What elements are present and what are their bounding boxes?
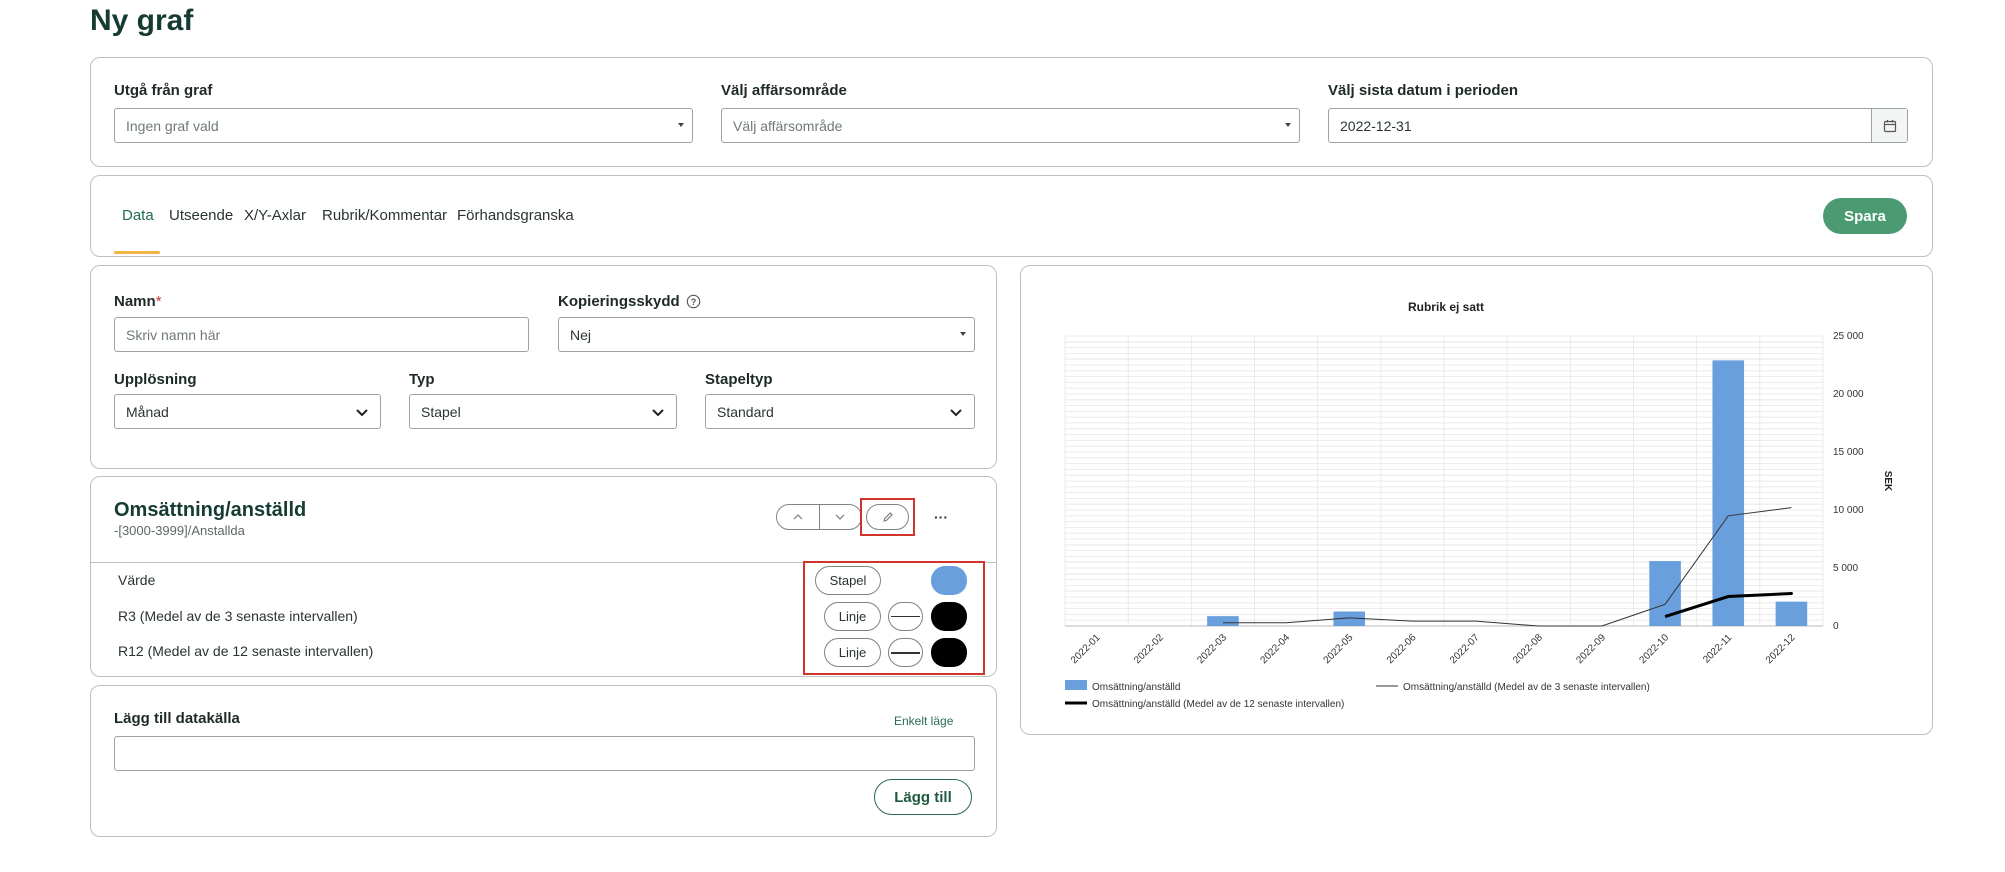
name-placeholder: Skriv namn här xyxy=(126,326,221,343)
legend-label: Omsättning/anställd (Medel av de 12 sena… xyxy=(1092,699,1344,710)
legend-label: Omsättning/anställd xyxy=(1092,682,1180,693)
chevron-up-icon xyxy=(793,514,803,520)
name-input[interactable]: Skriv namn här xyxy=(114,317,529,352)
x-tick-label: 2022-10 xyxy=(1637,632,1671,666)
last-date-input[interactable]: 2022-12-31 xyxy=(1328,108,1908,143)
type-select[interactable]: Stapel xyxy=(409,394,677,429)
business-area-label: Välj affärsområde xyxy=(721,82,847,99)
chevron-down-icon xyxy=(950,409,962,417)
bar xyxy=(1207,616,1239,626)
x-tick-label: 2022-09 xyxy=(1574,632,1608,666)
add-source-button[interactable]: Lägg till xyxy=(874,779,972,815)
copy-protection-label: Kopieringsskydd ? xyxy=(558,293,701,310)
x-tick-label: 2022-03 xyxy=(1195,632,1229,666)
y-tick-label: 25 000 xyxy=(1833,331,1864,342)
chevron-down-icon xyxy=(835,514,845,520)
calendar-button[interactable] xyxy=(1871,109,1907,142)
tab-rubrik-kommentar[interactable]: Rubrik/Kommentar xyxy=(322,207,447,224)
last-date-value: 2022-12-31 xyxy=(1340,117,1412,134)
row-label-r3: R3 (Medel av de 3 senaste intervallen) xyxy=(118,608,358,624)
resolution-value: Månad xyxy=(126,403,169,420)
x-tick-label: 2022-11 xyxy=(1701,632,1735,666)
resolution-label: Upplösning xyxy=(114,371,197,388)
y-tick-label: 15 000 xyxy=(1833,447,1864,458)
y-tick-label: 5 000 xyxy=(1833,563,1858,574)
copy-protection-value: Nej xyxy=(570,326,592,343)
caret-down-icon xyxy=(960,332,966,336)
simple-mode-link[interactable]: Enkelt läge xyxy=(894,714,953,728)
bar-type-select[interactable]: Standard xyxy=(705,394,975,429)
x-tick-label: 2022-08 xyxy=(1511,632,1545,666)
name-label: Namn* xyxy=(114,293,162,310)
required-mark: * xyxy=(155,293,162,310)
business-area-value: Välj affärsområde xyxy=(733,117,843,134)
base-graph-label: Utgå från graf xyxy=(114,82,213,99)
settings-card: Namn* Skriv namn här Kopieringsskydd ? N… xyxy=(90,265,997,469)
caret-down-icon xyxy=(1285,123,1291,127)
calendar-icon xyxy=(1883,119,1896,132)
add-source-card: Lägg till datakälla Enkelt läge Lägg til… xyxy=(90,685,997,837)
bar-type-value: Standard xyxy=(717,403,774,420)
add-source-input[interactable] xyxy=(114,736,975,771)
y-axis-label: SEK xyxy=(1882,471,1893,492)
legend-swatch xyxy=(1065,680,1087,690)
x-tick-label: 2022-12 xyxy=(1764,632,1798,666)
ellipsis-icon: ··· xyxy=(934,509,948,525)
type-label: Typ xyxy=(409,371,435,388)
bar xyxy=(1775,601,1808,626)
base-graph-value: Ingen graf vald xyxy=(126,117,219,134)
datasource-card: Omsättning/anställd -[3000-3999]/Anstall… xyxy=(90,476,997,677)
y-tick-label: 20 000 xyxy=(1833,389,1864,400)
page-title: Ny graf xyxy=(90,4,194,37)
tab-forhandsgranska[interactable]: Förhandsgranska xyxy=(457,207,574,224)
move-buttons xyxy=(776,504,862,530)
legend-label: Omsättning/anställd (Medel av de 3 senas… xyxy=(1403,682,1650,693)
active-tab-indicator xyxy=(114,251,160,254)
tab-utseende[interactable]: Utseende xyxy=(169,207,233,224)
svg-text:?: ? xyxy=(690,297,696,307)
last-date-label: Välj sista datum i perioden xyxy=(1328,82,1519,99)
resolution-select[interactable]: Månad xyxy=(114,394,381,429)
x-tick-label: 2022-02 xyxy=(1132,632,1166,666)
type-value: Stapel xyxy=(421,403,461,420)
row-label-value: Värde xyxy=(118,572,156,588)
row-label-r12: R12 (Medel av de 12 senaste intervallen) xyxy=(118,643,374,659)
x-tick-label: 2022-05 xyxy=(1322,632,1356,666)
x-tick-label: 2022-06 xyxy=(1385,632,1419,666)
move-up-button[interactable] xyxy=(777,505,820,529)
y-tick-label: 0 xyxy=(1833,621,1839,632)
chart: Rubrik ej satt 0 5 000 10 000 15 000 20 000 25… xyxy=(1064,300,1893,710)
series-settings-highlight xyxy=(803,561,985,675)
chart-card: Rubrik ej satt 0 5 000 10 000 15 000 20 000 25… xyxy=(1020,265,1933,735)
datasource-title: Omsättning/anställd xyxy=(114,499,307,521)
bar-type-label: Stapeltyp xyxy=(705,371,773,388)
tab-data[interactable]: Data xyxy=(122,207,154,224)
y-tick-label: 10 000 xyxy=(1833,505,1864,516)
save-button[interactable]: Spara xyxy=(1823,198,1907,234)
business-area-select[interactable]: Välj affärsområde xyxy=(721,108,1300,143)
x-tick-label: 2022-04 xyxy=(1258,632,1292,666)
edit-highlight xyxy=(860,498,915,536)
tab-xy-axlar[interactable]: X/Y-Axlar xyxy=(244,207,306,224)
base-graph-select[interactable]: Ingen graf vald xyxy=(114,108,693,143)
add-source-label: Lägg till datakälla xyxy=(114,710,240,727)
question-circle-icon[interactable]: ? xyxy=(686,294,701,309)
datasource-subtitle: -[3000-3999]/Anstallda xyxy=(114,523,245,538)
x-tick-label: 2022-01 xyxy=(1069,632,1103,666)
caret-down-icon xyxy=(678,123,684,127)
chart-title: Rubrik ej satt xyxy=(1408,300,1484,314)
more-options-button[interactable]: ··· xyxy=(929,505,953,529)
copy-protection-select[interactable]: Nej xyxy=(558,317,975,352)
move-down-button[interactable] xyxy=(820,505,862,529)
chevron-down-icon xyxy=(356,409,368,417)
chevron-down-icon xyxy=(652,409,664,417)
filter-card: Utgå från graf Ingen graf vald Välj affä… xyxy=(90,57,1933,167)
x-tick-label: 2022-07 xyxy=(1448,632,1482,666)
bar xyxy=(1712,360,1745,626)
series-point xyxy=(1789,592,1793,596)
